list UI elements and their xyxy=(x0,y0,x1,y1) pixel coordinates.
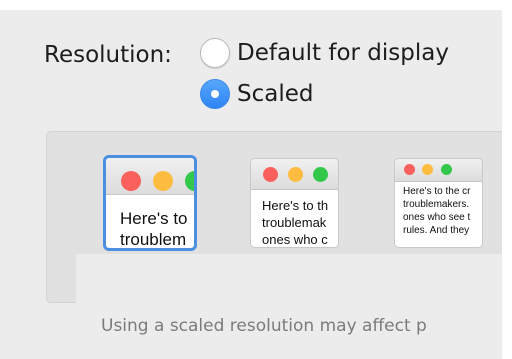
top-edge xyxy=(0,0,512,10)
radio-default-for-display[interactable]: Default for display xyxy=(200,38,449,68)
scale-option-thumbnail-2[interactable]: Here's to th troublemak ones who c xyxy=(250,158,339,248)
zoom-dot-icon xyxy=(313,167,328,182)
window-titlebar xyxy=(395,159,482,182)
preview-text-line: Here's to the cr xyxy=(403,186,471,197)
preview-text-line: Here's to xyxy=(120,209,188,228)
preview-text-line: troublemak xyxy=(262,215,327,230)
radio-scaled[interactable]: Scaled xyxy=(200,79,313,109)
minimize-dot-icon xyxy=(153,171,173,191)
radio-button-selected[interactable] xyxy=(200,79,230,109)
zoom-dot-icon xyxy=(185,171,194,191)
scaled-resolution-note: Using a scaled resolution may affect p xyxy=(101,316,427,336)
zoom-dot-icon xyxy=(441,164,452,175)
right-edge xyxy=(502,0,512,359)
window-titlebar xyxy=(106,158,194,195)
preview-text-line: Here's to th xyxy=(262,198,329,213)
minimize-dot-icon xyxy=(422,164,433,175)
preview-text-line: troublemakers. xyxy=(403,199,470,210)
preview-overlap-strip xyxy=(76,254,512,304)
radio-default-label: Default for display xyxy=(237,40,449,66)
preview-text-line: rules. And they xyxy=(403,225,470,236)
close-dot-icon xyxy=(121,171,141,191)
minimize-dot-icon xyxy=(288,167,303,182)
close-dot-icon xyxy=(263,167,278,182)
resolution-label: Resolution: xyxy=(44,42,172,68)
scale-option-thumbnail-3[interactable]: Here's to the cr troublemakers. ones who… xyxy=(394,158,483,248)
radio-button-unselected[interactable] xyxy=(200,38,230,68)
window-titlebar xyxy=(251,159,338,190)
close-dot-icon xyxy=(404,164,415,175)
preview-text-line: troublem xyxy=(120,230,187,249)
preview-text-line: ones who c xyxy=(262,232,328,247)
scale-option-thumbnail-1[interactable]: Here's to troublem xyxy=(103,155,197,251)
preview-text-line: ones who see t xyxy=(403,212,471,223)
radio-scaled-label: Scaled xyxy=(237,81,314,107)
